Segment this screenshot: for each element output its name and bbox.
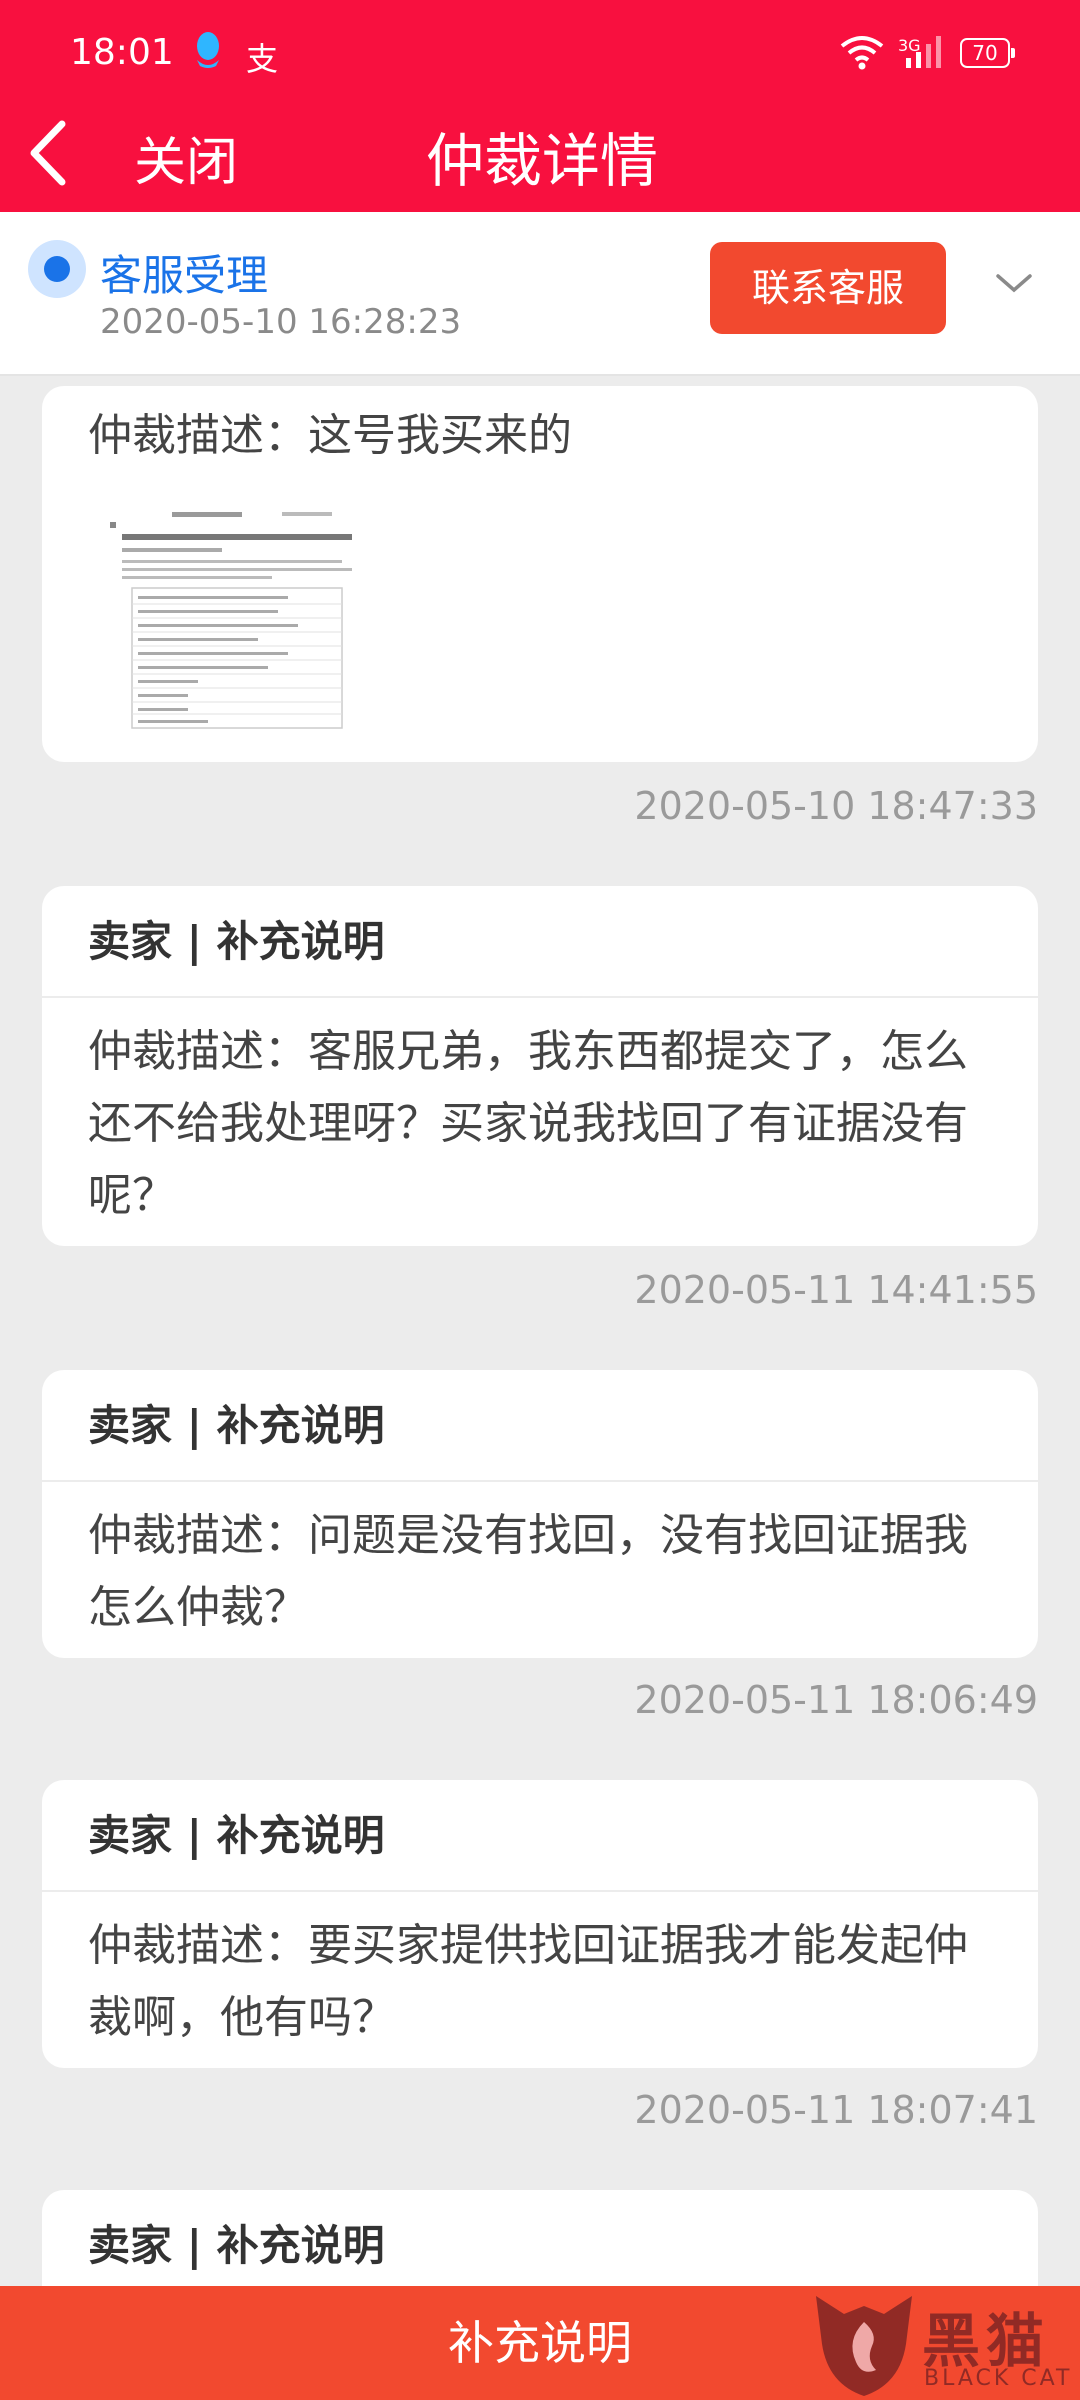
battery-icon: 70 [960, 38, 1015, 68]
entry-time: 2020-05-10 18:47:33 [634, 784, 1038, 828]
stage-indicator-icon [28, 240, 86, 298]
case-status-header: 客服受理 2020-05-10 16:28:23 联系客服 [0, 212, 1080, 376]
top-bar: 18:01 支 3G 70 关闭 仲裁详情 [0, 0, 1080, 212]
close-button[interactable]: 关闭 [134, 120, 238, 195]
arbitration-entry: 仲裁描述：这号我买来的 [42, 386, 1038, 762]
nav-bar: 关闭 仲裁详情 [0, 100, 1080, 212]
blackcat-watermark: 黑猫 BLACK CAT [810, 2284, 1080, 2400]
entry-header: 卖家 | 补充说明 [42, 1780, 1038, 1892]
entry-header: 卖家 | 补充说明 [42, 1370, 1038, 1482]
back-arrow-icon[interactable] [22, 118, 72, 188]
arbitration-entry: 卖家 | 补充说明 仲裁描述：要买家提供找回证据我才能发起仲裁啊，他有吗？ [42, 1780, 1038, 2068]
watermark-sub: BLACK CAT [924, 2366, 1073, 2391]
signal-icon [906, 36, 941, 68]
blackcat-logo-icon [816, 2296, 912, 2396]
stage-label: 客服受理 [100, 251, 269, 300]
status-time: 18:01 [70, 32, 174, 73]
page-title: 仲裁详情 [426, 127, 659, 195]
entry-header: 卖家 | 补充说明 [42, 886, 1038, 998]
pay-icon: 支 [246, 40, 279, 78]
stage-time: 2020-05-10 16:28:23 [100, 302, 462, 342]
entry-description: 仲裁描述：问题是没有找回，没有找回证据我怎么仲裁？ [88, 1510, 968, 1633]
status-bar: 18:01 支 3G 70 [0, 0, 1080, 100]
qq-icon [197, 32, 219, 68]
entry-description: 仲裁描述：客服兄弟，我东西都提交了，怎么还不给我处理呀？买家说我找回了有证据没有… [88, 1026, 968, 1221]
arbitration-entry: 卖家 | 补充说明 仲裁描述：客服兄弟，我东西都提交了，怎么还不给我处理呀？买家… [42, 886, 1038, 1246]
entry-time: 2020-05-11 14:41:55 [634, 1268, 1038, 1312]
entry-time: 2020-05-11 18:06:49 [634, 1678, 1038, 1722]
contact-service-button[interactable]: 联系客服 [710, 242, 946, 334]
chevron-down-icon[interactable] [994, 268, 1034, 298]
entry-description: 仲裁描述：要买家提供找回证据我才能发起仲裁啊，他有吗？ [88, 1920, 968, 2043]
evidence-image[interactable] [102, 502, 382, 738]
entry-time: 2020-05-11 18:07:41 [634, 2088, 1038, 2132]
arbitration-entry: 卖家 | 补充说明 仲裁描述：问题是没有找回，没有找回证据我怎么仲裁？ [42, 1370, 1038, 1658]
entry-description: 仲裁描述：这号我买来的 [88, 410, 572, 461]
wifi-icon [840, 36, 884, 70]
